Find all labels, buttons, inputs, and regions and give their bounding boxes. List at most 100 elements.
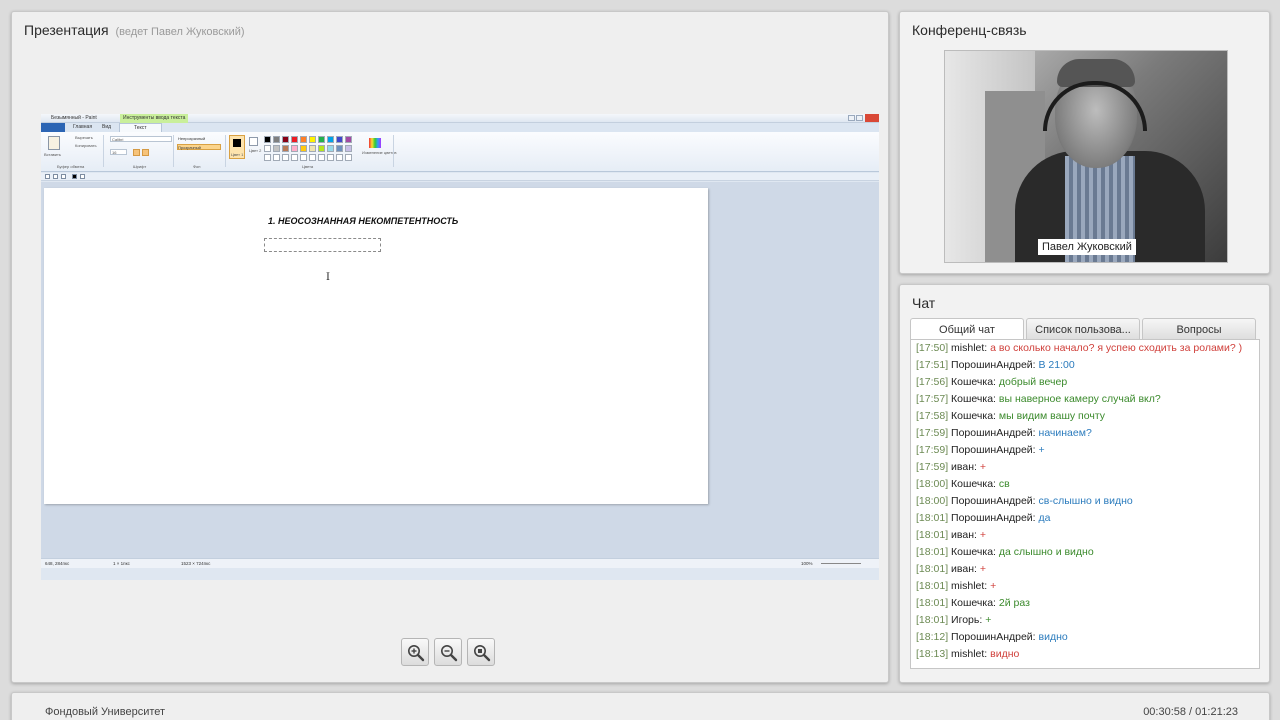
presentation-panel: Презентация (ведет Павел Жуковский) Безы… <box>11 11 889 683</box>
text-insertion-box <box>264 238 381 252</box>
font-size-value: 16 <box>112 150 117 155</box>
conference-title: Конференц-связь <box>912 22 1027 38</box>
message-text: а во сколько начало? я успею сходить за … <box>990 342 1243 354</box>
zoom-fit-button[interactable] <box>467 638 495 666</box>
zoom-in-button[interactable] <box>401 638 429 666</box>
chat-message: [17:56] Кошечка: добрый вечер <box>911 374 1259 391</box>
message-text: видно <box>990 648 1020 660</box>
palette-swatch <box>309 136 316 143</box>
edit-colors-label: Изменение цветов <box>362 150 397 155</box>
ribbon-separator <box>393 135 394 167</box>
palette-swatch <box>345 154 352 161</box>
message-time: [18:13] <box>916 648 949 660</box>
copy-label: Копировать <box>75 143 97 148</box>
message-text: да слышно и видно <box>998 546 1094 558</box>
paint-titlebar: Безымянный - Paint Инструменты ввода тек… <box>41 114 879 123</box>
palette-swatch <box>300 136 307 143</box>
message-text: мы видим вашу почту <box>998 410 1105 422</box>
presentation-title: Презентация (ведет Павел Жуковский) <box>24 22 245 38</box>
message-time: [18:00] <box>916 478 949 490</box>
paint-ribbon-tabs: Главная Вид Текст <box>41 123 879 133</box>
chat-message: [18:01] mishlet: + <box>911 578 1259 595</box>
message-time: [17:59] <box>916 461 949 473</box>
zoom-out-button[interactable] <box>434 638 462 666</box>
paint-statusbar: 648, 284пкс 1 × 1пкс 1523 × 724пкс 100% <box>41 558 879 568</box>
message-text: + <box>979 529 986 541</box>
paint-window-title: Безымянный - Paint <box>51 115 97 121</box>
status-selection: 1 × 1пкс <box>113 561 130 566</box>
playback-time: 00:30:58 / 01:21:23 <box>1143 706 1238 718</box>
chat-message: [18:13] mishlet: видно <box>911 646 1259 663</box>
paint-file-menu <box>41 123 65 132</box>
text-cursor-icon: I <box>326 272 330 283</box>
message-text: В 21:00 <box>1038 359 1075 371</box>
italic-icon <box>142 149 149 156</box>
status-image-size: 1523 × 724пкс <box>181 561 211 566</box>
chat-message: [17:57] Кошечка: вы наверное камеру случ… <box>911 391 1259 408</box>
message-time: [18:01] <box>916 512 949 524</box>
edit-colors-icon <box>369 138 381 148</box>
font-size-box: 16 <box>110 149 127 155</box>
clipboard-group-label: Буфер обмена <box>57 164 85 169</box>
palette-swatch <box>336 136 343 143</box>
message-time: [17:56] <box>916 376 949 388</box>
tab-user-list[interactable]: Список пользова... <box>1026 318 1140 340</box>
paint-canvas: 1. НЕОСОЗНАННАЯ НЕКОМПЕТЕНТНОСТЬ I <box>44 188 708 504</box>
palette-swatch <box>336 145 343 152</box>
speaker-name-label: Павел Жуковский <box>1038 239 1136 255</box>
message-text: да <box>1038 512 1051 524</box>
message-text: + <box>990 580 997 592</box>
message-time: [18:01] <box>916 563 949 575</box>
message-text: добрый вечер <box>998 376 1068 388</box>
ribbon-separator <box>225 135 226 167</box>
message-time: [18:12] <box>916 631 949 643</box>
palette-swatch <box>264 154 271 161</box>
message-time: [17:58] <box>916 410 949 422</box>
message-time: [18:01] <box>916 614 949 626</box>
paint-tab-home: Главная <box>73 124 93 130</box>
paint-minimize-icon <box>848 115 855 121</box>
chat-message: [18:01] Кошечка: 2й раз <box>911 595 1259 612</box>
quick-access-toolbar <box>41 173 879 181</box>
palette-swatch <box>300 145 307 152</box>
background-group-label: Фон <box>193 164 201 169</box>
save-icon <box>45 174 50 179</box>
zoom-out-icon <box>441 645 458 662</box>
message-author: Кошечка: <box>951 546 996 558</box>
message-text: начинаем? <box>1038 427 1092 439</box>
message-author: иван: <box>951 461 977 473</box>
ribbon-separator <box>173 135 174 167</box>
font-group-label: Шрифт <box>133 164 147 169</box>
palette-swatch <box>345 136 352 143</box>
chat-message: [18:01] иван: + <box>911 561 1259 578</box>
message-author: ПорошинАндрей: <box>951 495 1036 507</box>
tab-questions[interactable]: Вопросы <box>1142 318 1256 340</box>
palette-swatch <box>300 154 307 161</box>
message-author: mishlet: <box>951 580 988 592</box>
chat-message: [17:58] Кошечка: мы видим вашу почту <box>911 408 1259 425</box>
bold-icon <box>133 149 140 156</box>
chat-message: [17:59] ПорошинАндрей: + <box>911 442 1259 459</box>
chat-title: Чат <box>912 295 936 311</box>
conference-panel: Конференц-связь Павел Жуковский <box>899 11 1270 274</box>
chat-message: [18:01] Кошечка: да слышно и видно <box>911 544 1259 561</box>
tab-general-chat[interactable]: Общий чат <box>910 318 1024 340</box>
chat-message: [18:01] Игорь: + <box>911 612 1259 629</box>
palette-swatch <box>327 136 334 143</box>
message-author: Кошечка: <box>951 376 996 388</box>
palette-swatch <box>291 154 298 161</box>
speaker-video: Павел Жуковский <box>944 50 1228 263</box>
font-name-box: Calibri <box>110 136 172 142</box>
palette-swatch <box>318 136 325 143</box>
chat-tabs: Общий чат Список пользова... Вопросы <box>910 318 1256 340</box>
cut-label: Вырезать <box>75 135 93 140</box>
organization-name: Фондовый Университет <box>45 706 166 718</box>
message-time: [18:01] <box>916 597 949 609</box>
palette-swatch <box>309 145 316 152</box>
chat-message-list[interactable]: [17:50] mishlet: а во сколько начало? я … <box>910 339 1260 669</box>
message-author: ПорошинАндрей: <box>951 427 1036 439</box>
palette-swatch <box>336 154 343 161</box>
palette-swatch <box>318 154 325 161</box>
chat-message: [18:00] ПорошинАндрей: св-слышно и видно <box>911 493 1259 510</box>
message-time: [17:51] <box>916 359 949 371</box>
